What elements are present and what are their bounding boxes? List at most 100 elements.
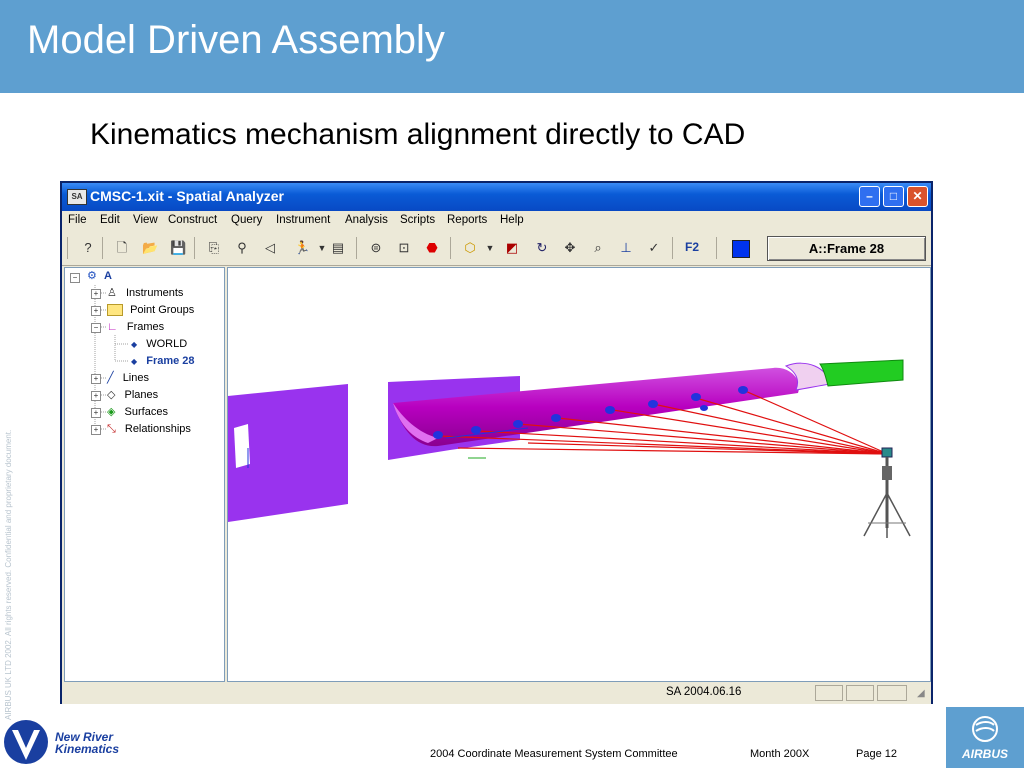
tree-item-label: Frames <box>126 321 165 333</box>
expand-toggle[interactable]: + <box>91 425 101 435</box>
frame-axes-icon: ∟ <box>107 321 118 333</box>
dropdown-arrow-icon[interactable]: ▼ <box>314 240 330 256</box>
toolbar-separator <box>716 237 717 259</box>
airbus-swirl-icon <box>972 716 998 742</box>
footer-page: Page 12 <box>856 748 897 760</box>
toolbar-separator <box>356 237 357 259</box>
laser-tracker <box>863 447 911 538</box>
tree-item-frames[interactable]: ∟ Frames <box>107 319 164 335</box>
expand-toggle[interactable]: + <box>91 306 101 316</box>
slide-title: Model Driven Assembly <box>27 18 445 62</box>
help-icon[interactable]: ? <box>80 240 96 256</box>
app-icon: SA <box>67 189 87 205</box>
close-button[interactable]: ✕ <box>907 186 928 207</box>
cylinder-icon[interactable]: ⊜ <box>368 240 384 256</box>
tree-root[interactable]: ⚙ A <box>87 268 112 284</box>
rotate-icon[interactable]: ↻ <box>534 240 550 256</box>
relationship-icon: ⤡ <box>107 423 116 435</box>
tree-item-label: Instruments <box>125 287 184 299</box>
cylinder-outline-icon[interactable]: ⊡ <box>396 240 412 256</box>
app-window: SA CMSC-1.xit - Spatial Analyzer – □ ✕ F… <box>60 181 933 704</box>
footer-committee: 2004 Coordinate Measurement System Commi… <box>430 748 678 760</box>
expand-toggle[interactable]: + <box>91 374 101 384</box>
open-folder-icon[interactable]: 📂 <box>142 240 158 256</box>
tree-item-frame-28[interactable]: ◆ Frame 28 <box>131 353 195 369</box>
tree-item-world[interactable]: ◆ WORLD <box>131 336 187 352</box>
tree-item-label: Lines <box>122 372 149 384</box>
surface-icon: ◈ <box>107 406 116 418</box>
slide-header: Model Driven Assembly <box>0 0 1024 93</box>
tree-item-relationships[interactable]: ⤡ Relationships <box>107 421 191 437</box>
save-icon[interactable]: 💾 <box>170 240 186 256</box>
menu-help[interactable]: Help <box>500 214 524 226</box>
cube-icon[interactable]: ⬡ <box>462 240 478 256</box>
minimize-button[interactable]: – <box>859 186 880 207</box>
tree-item-label: Planes <box>124 389 159 401</box>
f2-button[interactable]: F2 <box>685 240 699 254</box>
menu-view[interactable]: View <box>133 214 158 226</box>
active-frame-field[interactable]: A::Frame 28 <box>767 236 926 261</box>
tree-item-point-groups[interactable]: Point Groups <box>107 302 194 318</box>
perpendicular-icon[interactable]: ⊥ <box>618 240 634 256</box>
menu-edit[interactable]: Edit <box>100 214 120 226</box>
status-cell <box>815 685 843 701</box>
new-river-logo: New River Kinematics <box>0 708 125 768</box>
airbus-wordmark: AIRBUS <box>961 747 1008 761</box>
tree-item-lines[interactable]: ╱ Lines <box>107 370 149 386</box>
menu-instrument[interactable]: Instrument <box>276 214 330 226</box>
menu-query[interactable]: Query <box>231 214 262 226</box>
root-icon: ⚙ <box>87 270 97 282</box>
properties-icon[interactable]: ⎘ <box>206 240 222 256</box>
plane-icon: ◇ <box>107 389 116 401</box>
new-file-icon[interactable]: 🗋 <box>114 240 130 256</box>
footer-date: Month 200X <box>750 748 810 760</box>
red-cylinder-icon[interactable]: ⬣ <box>424 240 440 256</box>
view-cube-icon[interactable]: ◩ <box>504 240 520 256</box>
tree-item-label: Frame 28 <box>146 355 195 367</box>
toolbar-separator <box>102 237 103 259</box>
tree-item-surfaces[interactable]: ◈ Surfaces <box>107 404 168 420</box>
brush-icon[interactable]: ✓ <box>646 240 662 256</box>
status-version: SA 2004.06.16 <box>666 686 742 698</box>
logo-line2: Kinematics <box>55 742 120 756</box>
status-cell <box>846 685 874 701</box>
menu-analysis[interactable]: Analysis <box>345 214 388 226</box>
menu-scripts[interactable]: Scripts <box>400 214 435 226</box>
tree-root-label: A <box>103 270 112 282</box>
zoom-icon[interactable]: ⌕ <box>590 240 606 256</box>
menu-reports[interactable]: Reports <box>447 214 487 226</box>
tree-item-instruments[interactable]: ♙ Instruments <box>107 285 183 301</box>
tree-item-label: Relationships <box>124 423 191 435</box>
color-swatch[interactable] <box>732 240 750 258</box>
dropdown-arrow-icon[interactable]: ▼ <box>482 240 498 256</box>
pan-icon[interactable]: ✥ <box>562 240 578 256</box>
expand-toggle[interactable]: + <box>91 391 101 401</box>
resize-grip-icon[interactable]: ◢ <box>917 688 925 699</box>
expand-toggle[interactable]: + <box>91 408 101 418</box>
confidentiality-note: AIRBUS UK LTD 2002. All rights reserved.… <box>4 429 13 720</box>
tree-item-label: Surfaces <box>124 406 168 418</box>
collapse-toggle[interactable]: − <box>91 323 101 333</box>
status-bar: SA 2004.06.16 ◢ <box>62 683 931 704</box>
toolbar-separator <box>67 237 68 259</box>
menu-file[interactable]: File <box>68 214 87 226</box>
status-cell <box>877 685 907 701</box>
folder-icon <box>107 304 123 317</box>
sound-icon[interactable]: ◁ <box>262 240 278 256</box>
instrument-icon[interactable]: ▤ <box>330 240 346 256</box>
window-title: CMSC-1.xit - Spatial Analyzer <box>90 188 284 204</box>
window-titlebar[interactable]: SA CMSC-1.xit - Spatial Analyzer – □ ✕ <box>62 183 931 211</box>
query-icon[interactable]: ⚲ <box>234 240 250 256</box>
cad-tube <box>819 359 904 387</box>
airbus-logo: AIRBUS <box>946 707 1024 768</box>
menu-construct[interactable]: Construct <box>168 214 217 226</box>
tree-item-planes[interactable]: ◇ Planes <box>107 387 158 403</box>
expand-toggle[interactable]: + <box>91 289 101 299</box>
tree-item-label: Point Groups <box>130 304 195 316</box>
instrument-icon: ♙ <box>107 287 117 299</box>
3d-viewport[interactable] <box>227 267 931 682</box>
collapse-toggle-root[interactable]: − <box>70 273 80 283</box>
run-icon[interactable]: 🏃 <box>294 240 310 256</box>
tree-panel: − ⚙ A + ♙ Instruments + Point Groups − ∟… <box>64 267 225 682</box>
maximize-button[interactable]: □ <box>883 186 904 207</box>
